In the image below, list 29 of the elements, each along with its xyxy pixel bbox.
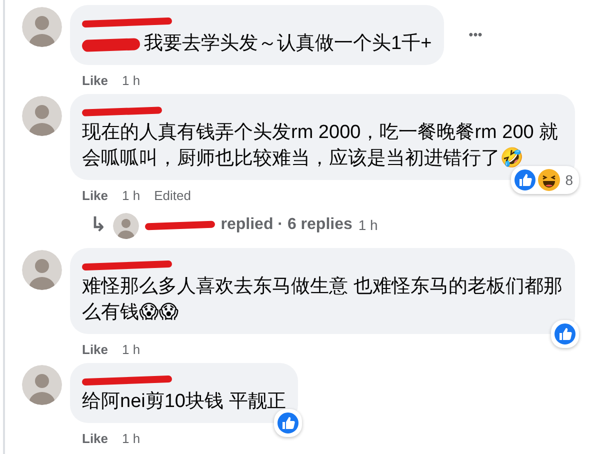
reaction-summary[interactable]: 8	[511, 166, 579, 194]
like-link[interactable]: Like	[82, 71, 108, 91]
reaction-summary[interactable]	[274, 409, 302, 437]
avatar[interactable]	[22, 365, 62, 405]
view-replies-link[interactable]: replied · 6 replies	[220, 213, 352, 237]
more-options-button[interactable]: •••	[468, 24, 484, 46]
avatar[interactable]	[22, 250, 62, 290]
timestamp[interactable]: 1 h	[122, 340, 140, 360]
edited-label: Edited	[154, 187, 191, 205]
reaction-summary[interactable]	[551, 320, 579, 348]
avatar[interactable]	[112, 213, 139, 239]
laughing-face-icon	[537, 168, 562, 192]
reaction-count: 8	[565, 170, 573, 190]
avatar[interactable]	[22, 7, 62, 47]
timestamp: 1 h	[358, 216, 378, 234]
comment-text: 难怪那么多人喜欢去东马做生意 也难怪东马的老板们都那么有钱😱😱	[82, 275, 563, 325]
timestamp[interactable]: 1 h	[122, 186, 140, 206]
like-link[interactable]: Like	[82, 340, 108, 360]
timestamp[interactable]: 1 h	[122, 429, 140, 449]
reply-arrow-icon: ↳	[90, 210, 107, 240]
like-icon	[276, 411, 300, 435]
like-link[interactable]: Like	[82, 186, 108, 206]
timestamp[interactable]: 1 h	[122, 71, 140, 91]
like-icon	[513, 168, 538, 192]
comment-text: 我要去学头发～认真做一个头1千+	[144, 33, 432, 54]
comment-text: 给阿nei剪10块钱 平靓正	[82, 390, 286, 414]
avatar[interactable]	[22, 96, 62, 136]
like-icon	[553, 322, 577, 346]
like-link[interactable]: Like	[82, 429, 108, 449]
